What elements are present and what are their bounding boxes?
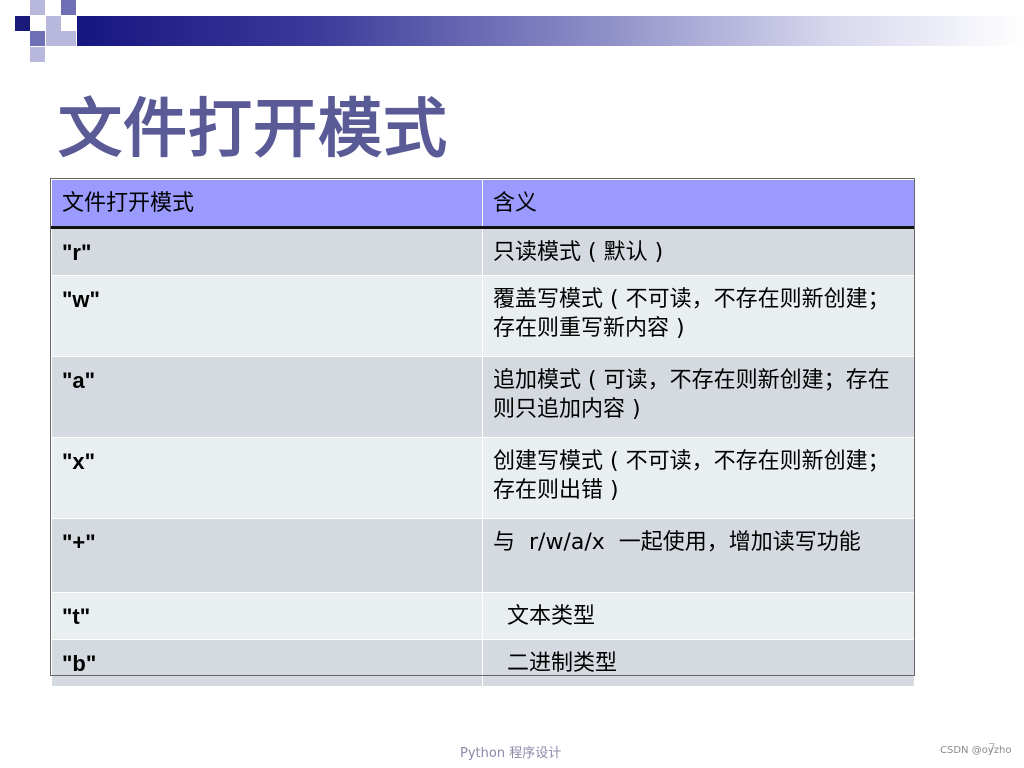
meaning-cell: 创建写模式 ( 不可读，不存在则新创建；存在则出错 ) (482, 437, 915, 519)
mode-cell: "t" (51, 592, 483, 640)
watermark: CSDN @oyzho (940, 745, 1012, 756)
meaning-cell: 追加模式 ( 可读，不存在则新创建；存在则只追加内容 ) (482, 356, 915, 438)
table-row: "+" 与 r/w/a/x 一起使用，增加读写功能 (51, 518, 915, 593)
header-band (77, 16, 1024, 46)
mode-cell: "+" (51, 518, 483, 593)
table-row: "a" 追加模式 ( 可读，不存在则新创建；存在则只追加内容 ) (51, 356, 915, 438)
deco-square (30, 31, 45, 46)
column-header-mode: 文件打开模式 (51, 179, 483, 229)
mode-cell: "b" (51, 639, 483, 687)
deco-square (46, 31, 61, 46)
footer-text: Python 程序设计 (460, 746, 562, 761)
table-row: "b" 二进制类型 (51, 639, 915, 687)
table-row: "r" 只读模式 ( 默认 ) (51, 227, 915, 276)
table-row: "w" 覆盖写模式 ( 不可读，不存在则新创建；存在则重写新内容 ) (51, 275, 915, 357)
meaning-cell: 与 r/w/a/x 一起使用，增加读写功能 (482, 518, 915, 593)
deco-square (30, 0, 45, 15)
meaning-cell: 覆盖写模式 ( 不可读，不存在则新创建；存在则重写新内容 ) (482, 275, 915, 357)
table-header-row: 文件打开模式 含义 (51, 179, 915, 229)
decorative-squares (0, 0, 80, 64)
meaning-cell: 二进制类型 (482, 639, 915, 687)
table-row: "t" 文本类型 (51, 592, 915, 640)
meaning-cell: 只读模式 ( 默认 ) (482, 227, 915, 276)
slide-title: 文件打开模式 (58, 93, 448, 167)
deco-square (46, 16, 61, 31)
meaning-cell: 文本类型 (482, 592, 915, 640)
deco-square (61, 0, 76, 15)
mode-cell: "a" (51, 356, 483, 438)
table-row: "x" 创建写模式 ( 不可读，不存在则新创建；存在则出错 ) (51, 437, 915, 519)
mode-cell: "w" (51, 275, 483, 357)
mode-cell: "r" (51, 227, 483, 276)
deco-square (30, 47, 45, 62)
mode-cell: "x" (51, 437, 483, 519)
deco-square (15, 16, 30, 31)
file-mode-table: 文件打开模式 含义 "r" 只读模式 ( 默认 ) "w" 覆盖写模式 ( 不可读，不… (51, 179, 915, 687)
deco-square (61, 31, 76, 46)
column-header-meaning: 含义 (482, 179, 915, 229)
